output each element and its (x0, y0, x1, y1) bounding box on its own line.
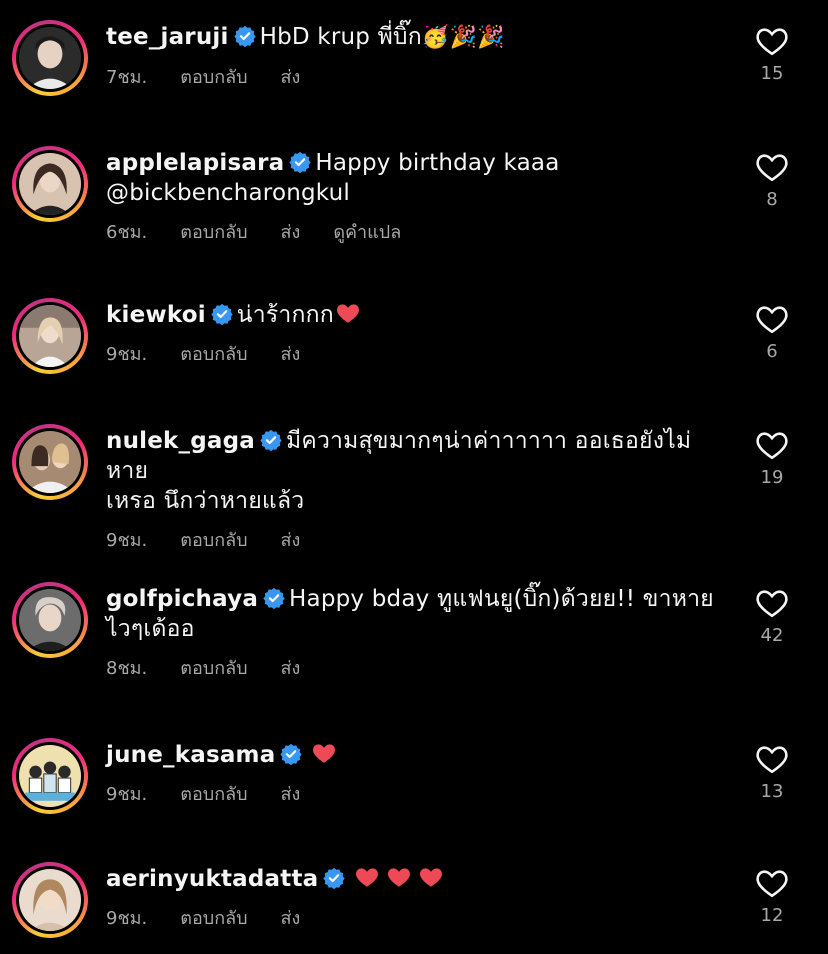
verified-badge-icon (289, 151, 311, 173)
timestamp: 8ชม. (106, 658, 148, 679)
heart-icon[interactable] (754, 866, 790, 900)
like-count: 42 (760, 625, 784, 646)
verified-badge-icon (233, 25, 256, 47)
avatar-image (19, 431, 81, 493)
heart-icon[interactable] (754, 428, 790, 462)
send-button[interactable]: ส่ง (281, 525, 301, 554)
reply-button[interactable]: ตอบกลับ (180, 62, 247, 91)
avatar[interactable] (12, 20, 88, 96)
avatar-image (19, 305, 81, 367)
timestamp: 9ชม. (106, 344, 148, 365)
like-count: 13 (760, 781, 784, 802)
avatar-image (19, 869, 81, 931)
avatar-image (19, 153, 81, 215)
username[interactable]: june_kasama (106, 742, 275, 768)
like-count: 8 (766, 189, 778, 210)
like-count: 15 (760, 63, 784, 84)
comment-text: HbD krup พี่บิ๊ก (259, 24, 422, 50)
comment-text-continued: ไวๆเด้ออ (106, 616, 195, 642)
verified-badge-icon (263, 587, 285, 609)
send-button[interactable]: ส่ง (281, 779, 301, 808)
like-count: 19 (760, 467, 784, 488)
avatar[interactable] (12, 146, 88, 222)
comment-text: Happy bday ทูแฟนยู(บิ๊ก)ด้วยย!! ขาหาย (289, 586, 714, 612)
username[interactable]: tee_jaruji (106, 24, 229, 50)
username[interactable]: kiewkoi (106, 302, 206, 328)
red-heart-emoji-icon (336, 304, 359, 323)
timestamp: 9ชม. (106, 784, 148, 805)
timestamp: 9ชม. (106, 530, 148, 551)
heart-icon[interactable] (754, 302, 790, 336)
red-heart-emoji-icon (313, 744, 336, 763)
reply-button[interactable]: ตอบกลับ (180, 903, 247, 932)
avatar[interactable] (12, 298, 88, 374)
emoji: 🥳🎉🎉 (421, 25, 505, 50)
username[interactable]: golfpichaya (106, 586, 258, 612)
avatar-image (19, 745, 81, 807)
avatar-image (19, 27, 81, 89)
reply-button[interactable]: ตอบกลับ (180, 525, 247, 554)
avatar-image (19, 589, 81, 651)
heart-icon[interactable] (754, 24, 790, 58)
username[interactable]: applelapisara (106, 150, 284, 176)
mention-link[interactable]: @bickbencharongkul (106, 180, 350, 206)
comment-text-continued: เหรอ นึกว่าหายแล้ว (106, 488, 305, 514)
red-heart-emoji-icon (388, 868, 411, 887)
avatar[interactable] (12, 424, 88, 500)
like-count: 6 (766, 341, 778, 362)
reply-button[interactable]: ตอบกลับ (180, 339, 247, 368)
reply-button[interactable]: ตอบกลับ (180, 217, 247, 246)
red-heart-emoji-icon (420, 868, 443, 887)
like-count: 12 (760, 905, 784, 926)
heart-icon[interactable] (754, 586, 790, 620)
username[interactable]: nulek_gaga (106, 428, 255, 454)
heart-icon[interactable] (754, 150, 790, 184)
avatar[interactable] (12, 582, 88, 658)
comment-text: น่าร้ากกก (236, 302, 334, 328)
avatar[interactable] (12, 738, 88, 814)
heart-icon[interactable] (754, 742, 790, 776)
see-translation-button[interactable]: ดูคำแปล (333, 217, 401, 246)
send-button[interactable]: ส่ง (281, 62, 301, 91)
send-button[interactable]: ส่ง (281, 339, 301, 368)
verified-badge-icon (211, 303, 233, 325)
red-heart-emoji-icon (356, 868, 379, 887)
timestamp: 9ชม. (106, 908, 148, 929)
verified-badge-icon (323, 867, 346, 889)
verified-badge-icon (280, 743, 303, 765)
verified-badge-icon (260, 429, 282, 451)
timestamp: 6ชม. (106, 222, 148, 243)
send-button[interactable]: ส่ง (281, 653, 301, 682)
reply-button[interactable]: ตอบกลับ (180, 779, 247, 808)
username[interactable]: aerinyuktadatta (106, 866, 318, 892)
send-button[interactable]: ส่ง (281, 903, 301, 932)
comment-text: Happy birthday kaaa (315, 150, 560, 176)
timestamp: 7ชม. (106, 67, 148, 88)
avatar[interactable] (12, 862, 88, 938)
send-button[interactable]: ส่ง (281, 217, 301, 246)
reply-button[interactable]: ตอบกลับ (180, 653, 247, 682)
